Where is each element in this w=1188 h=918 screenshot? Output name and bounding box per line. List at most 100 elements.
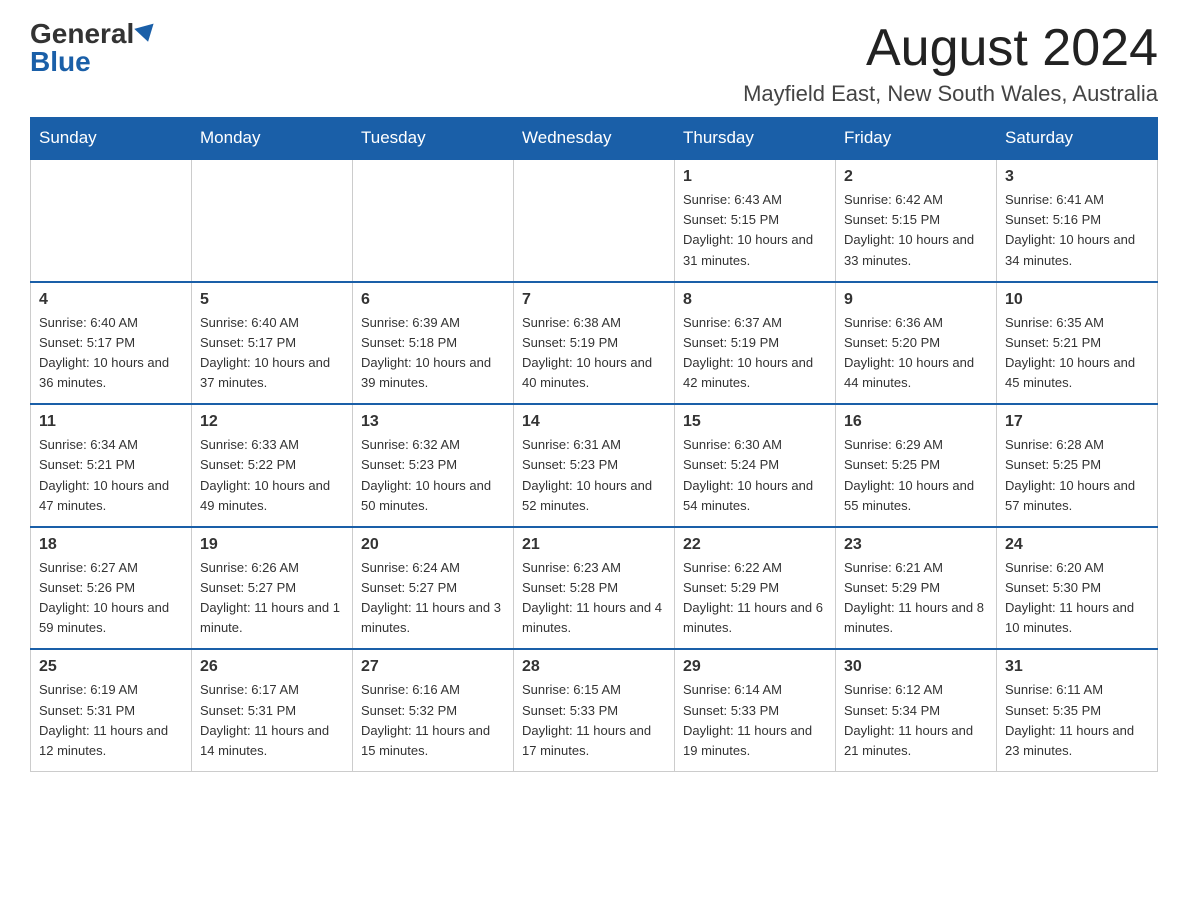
calendar-cell: 24 Sunrise: 6:20 AMSunset: 5:30 PMDayligh… [997, 527, 1158, 650]
calendar-cell: 6 Sunrise: 6:39 AMSunset: 5:18 PMDaylight… [353, 282, 514, 405]
day-info: Sunrise: 6:20 AMSunset: 5:30 PMDaylight:… [1005, 558, 1149, 639]
day-info: Sunrise: 6:30 AMSunset: 5:24 PMDaylight:… [683, 435, 827, 516]
day-info: Sunrise: 6:23 AMSunset: 5:28 PMDaylight:… [522, 558, 666, 639]
day-number: 28 [522, 658, 666, 676]
day-info: Sunrise: 6:36 AMSunset: 5:20 PMDaylight:… [844, 313, 988, 394]
calendar-cell: 25Sunrise: 6:19 AMSunset: 5:31 PMDayligh… [31, 649, 192, 771]
calendar-cell: 17 Sunrise: 6:28 AMSunset: 5:25 PMDayligh… [997, 404, 1158, 527]
day-info: Sunrise: 6:40 AMSunset: 5:17 PMDaylight:… [200, 313, 344, 394]
day-number: 17 [1005, 413, 1149, 431]
calendar-header-tuesday: Tuesday [353, 118, 514, 160]
calendar-cell: 28 Sunrise: 6:15 AMSunset: 5:33 PMDayligh… [514, 649, 675, 771]
day-number: 16 [844, 413, 988, 431]
day-info: Sunrise: 6:28 AMSunset: 5:25 PMDaylight:… [1005, 435, 1149, 516]
day-number: 19 [200, 536, 344, 554]
day-info: Sunrise: 6:11 AMSunset: 5:35 PMDaylight:… [1005, 680, 1149, 761]
day-number: 6 [361, 291, 505, 309]
day-number: 7 [522, 291, 666, 309]
day-info: Sunrise: 6:40 AMSunset: 5:17 PMDaylight:… [39, 313, 183, 394]
day-info: Sunrise: 6:31 AMSunset: 5:23 PMDaylight:… [522, 435, 666, 516]
calendar-cell: 10Sunrise: 6:35 AMSunset: 5:21 PMDayligh… [997, 282, 1158, 405]
calendar-cell: 13 Sunrise: 6:32 AMSunset: 5:23 PMDayligh… [353, 404, 514, 527]
calendar-week-3: 11 Sunrise: 6:34 AMSunset: 5:21 PMDayligh… [31, 404, 1158, 527]
calendar-week-1: 1 Sunrise: 6:43 AMSunset: 5:15 PMDaylight… [31, 159, 1158, 282]
day-number: 13 [361, 413, 505, 431]
calendar-cell: 31 Sunrise: 6:11 AMSunset: 5:35 PMDayligh… [997, 649, 1158, 771]
day-number: 15 [683, 413, 827, 431]
calendar-cell: 26 Sunrise: 6:17 AMSunset: 5:31 PMDayligh… [192, 649, 353, 771]
day-info: Sunrise: 6:12 AMSunset: 5:34 PMDaylight:… [844, 680, 988, 761]
day-info: Sunrise: 6:26 AMSunset: 5:27 PMDaylight:… [200, 558, 344, 639]
day-number: 14 [522, 413, 666, 431]
calendar-cell: 29 Sunrise: 6:14 AMSunset: 5:33 PMDayligh… [675, 649, 836, 771]
day-number: 11 [39, 413, 183, 431]
day-number: 8 [683, 291, 827, 309]
calendar-cell: 22 Sunrise: 6:22 AMSunset: 5:29 PMDayligh… [675, 527, 836, 650]
day-info: Sunrise: 6:33 AMSunset: 5:22 PMDaylight:… [200, 435, 344, 516]
day-number: 21 [522, 536, 666, 554]
day-number: 18 [39, 536, 183, 554]
day-number: 31 [1005, 658, 1149, 676]
calendar-cell [192, 159, 353, 282]
calendar-cell: 12Sunrise: 6:33 AMSunset: 5:22 PMDayligh… [192, 404, 353, 527]
calendar-cell: 23Sunrise: 6:21 AMSunset: 5:29 PMDayligh… [836, 527, 997, 650]
calendar-cell: 7 Sunrise: 6:38 AMSunset: 5:19 PMDaylight… [514, 282, 675, 405]
day-number: 3 [1005, 168, 1149, 186]
calendar-cell: 1 Sunrise: 6:43 AMSunset: 5:15 PMDaylight… [675, 159, 836, 282]
day-info: Sunrise: 6:43 AMSunset: 5:15 PMDaylight:… [683, 190, 827, 271]
day-info: Sunrise: 6:19 AMSunset: 5:31 PMDaylight:… [39, 680, 183, 761]
calendar-cell: 14 Sunrise: 6:31 AMSunset: 5:23 PMDayligh… [514, 404, 675, 527]
calendar-cell [514, 159, 675, 282]
location-title: Mayfield East, New South Wales, Australi… [743, 81, 1158, 107]
calendar-cell: 27 Sunrise: 6:16 AMSunset: 5:32 PMDayligh… [353, 649, 514, 771]
day-info: Sunrise: 6:42 AMSunset: 5:15 PMDaylight:… [844, 190, 988, 271]
day-number: 29 [683, 658, 827, 676]
day-info: Sunrise: 6:14 AMSunset: 5:33 PMDaylight:… [683, 680, 827, 761]
day-number: 26 [200, 658, 344, 676]
logo-triangle-icon [135, 24, 158, 45]
day-info: Sunrise: 6:15 AMSunset: 5:33 PMDaylight:… [522, 680, 666, 761]
day-info: Sunrise: 6:16 AMSunset: 5:32 PMDaylight:… [361, 680, 505, 761]
calendar-header-saturday: Saturday [997, 118, 1158, 160]
calendar-header-friday: Friday [836, 118, 997, 160]
day-info: Sunrise: 6:35 AMSunset: 5:21 PMDaylight:… [1005, 313, 1149, 394]
day-info: Sunrise: 6:38 AMSunset: 5:19 PMDaylight:… [522, 313, 666, 394]
calendar-cell: 30 Sunrise: 6:12 AMSunset: 5:34 PMDayligh… [836, 649, 997, 771]
logo: General Blue [30, 20, 156, 76]
calendar-week-5: 25Sunrise: 6:19 AMSunset: 5:31 PMDayligh… [31, 649, 1158, 771]
day-number: 20 [361, 536, 505, 554]
day-number: 27 [361, 658, 505, 676]
day-number: 1 [683, 168, 827, 186]
day-number: 4 [39, 291, 183, 309]
calendar-week-4: 18 Sunrise: 6:27 AMSunset: 5:26 PMDayligh… [31, 527, 1158, 650]
calendar-cell: 15 Sunrise: 6:30 AMSunset: 5:24 PMDayligh… [675, 404, 836, 527]
header: General Blue August 2024 Mayfield East, … [30, 20, 1158, 107]
day-info: Sunrise: 6:17 AMSunset: 5:31 PMDaylight:… [200, 680, 344, 761]
calendar-cell: 21 Sunrise: 6:23 AMSunset: 5:28 PMDayligh… [514, 527, 675, 650]
calendar-cell: 3Sunrise: 6:41 AMSunset: 5:16 PMDaylight… [997, 159, 1158, 282]
calendar-cell: 11 Sunrise: 6:34 AMSunset: 5:21 PMDayligh… [31, 404, 192, 527]
day-number: 9 [844, 291, 988, 309]
calendar-cell: 9 Sunrise: 6:36 AMSunset: 5:20 PMDaylight… [836, 282, 997, 405]
calendar-cell: 4 Sunrise: 6:40 AMSunset: 5:17 PMDaylight… [31, 282, 192, 405]
day-info: Sunrise: 6:39 AMSunset: 5:18 PMDaylight:… [361, 313, 505, 394]
day-number: 22 [683, 536, 827, 554]
calendar-header-row: SundayMondayTuesdayWednesdayThursdayFrid… [31, 118, 1158, 160]
calendar-header-wednesday: Wednesday [514, 118, 675, 160]
day-info: Sunrise: 6:27 AMSunset: 5:26 PMDaylight:… [39, 558, 183, 639]
calendar-cell [353, 159, 514, 282]
calendar-cell [31, 159, 192, 282]
calendar-header-sunday: Sunday [31, 118, 192, 160]
day-number: 24 [1005, 536, 1149, 554]
day-info: Sunrise: 6:24 AMSunset: 5:27 PMDaylight:… [361, 558, 505, 639]
calendar-cell: 18 Sunrise: 6:27 AMSunset: 5:26 PMDayligh… [31, 527, 192, 650]
day-info: Sunrise: 6:34 AMSunset: 5:21 PMDaylight:… [39, 435, 183, 516]
day-number: 30 [844, 658, 988, 676]
day-info: Sunrise: 6:22 AMSunset: 5:29 PMDaylight:… [683, 558, 827, 639]
calendar-cell: 2Sunrise: 6:42 AMSunset: 5:15 PMDaylight… [836, 159, 997, 282]
logo-general-text: General [30, 20, 134, 48]
title-area: August 2024 Mayfield East, New South Wal… [743, 20, 1158, 107]
calendar-header-thursday: Thursday [675, 118, 836, 160]
day-info: Sunrise: 6:32 AMSunset: 5:23 PMDaylight:… [361, 435, 505, 516]
calendar-week-2: 4 Sunrise: 6:40 AMSunset: 5:17 PMDaylight… [31, 282, 1158, 405]
